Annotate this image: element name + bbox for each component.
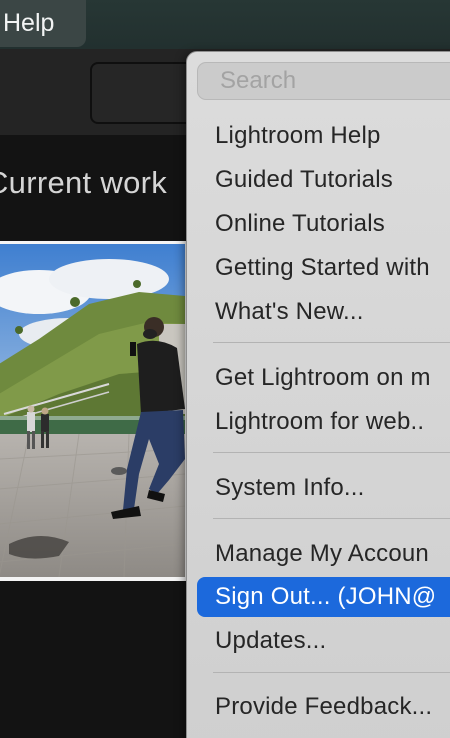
photo-image <box>0 244 185 577</box>
menu-item-sign-out[interactable]: Sign Out... (JOHN@ <box>197 577 450 617</box>
menu-item-provide-feedback[interactable]: Provide Feedback... <box>197 687 450 727</box>
menu-item-manage-account[interactable]: Manage My Accoun <box>197 534 450 574</box>
menu-item-lightroom-help[interactable]: Lightroom Help <box>197 116 450 156</box>
menu-item-getting-started[interactable]: Getting Started with <box>197 248 450 288</box>
menu-item-whats-new[interactable]: What's New... <box>197 292 450 332</box>
menu-separator <box>213 342 450 343</box>
menu-item-guided-tutorials[interactable]: Guided Tutorials <box>197 160 450 200</box>
lightroom-window: Help Current work Search Lightroom Help … <box>0 0 450 738</box>
menu-separator <box>213 452 450 453</box>
menu-help[interactable]: Help <box>0 0 86 47</box>
menu-item-online-tutorials[interactable]: Online Tutorials <box>197 204 450 244</box>
menu-bar: Help <box>0 0 450 49</box>
menu-item-system-info[interactable]: System Info... <box>197 468 450 508</box>
menu-item-updates[interactable]: Updates... <box>197 621 450 661</box>
photo-thumbnail[interactable] <box>0 241 190 581</box>
section-title: Current work <box>0 165 168 200</box>
menu-item-get-lightroom-mobile[interactable]: Get Lightroom on m <box>197 358 450 398</box>
menu-search-input[interactable]: Search <box>197 62 450 100</box>
menu-separator <box>213 518 450 519</box>
menu-separator <box>213 672 450 673</box>
help-dropdown-menu: Search Lightroom Help Guided Tutorials O… <box>186 51 450 738</box>
menu-item-lightroom-for-web[interactable]: Lightroom for web.. <box>197 402 450 442</box>
